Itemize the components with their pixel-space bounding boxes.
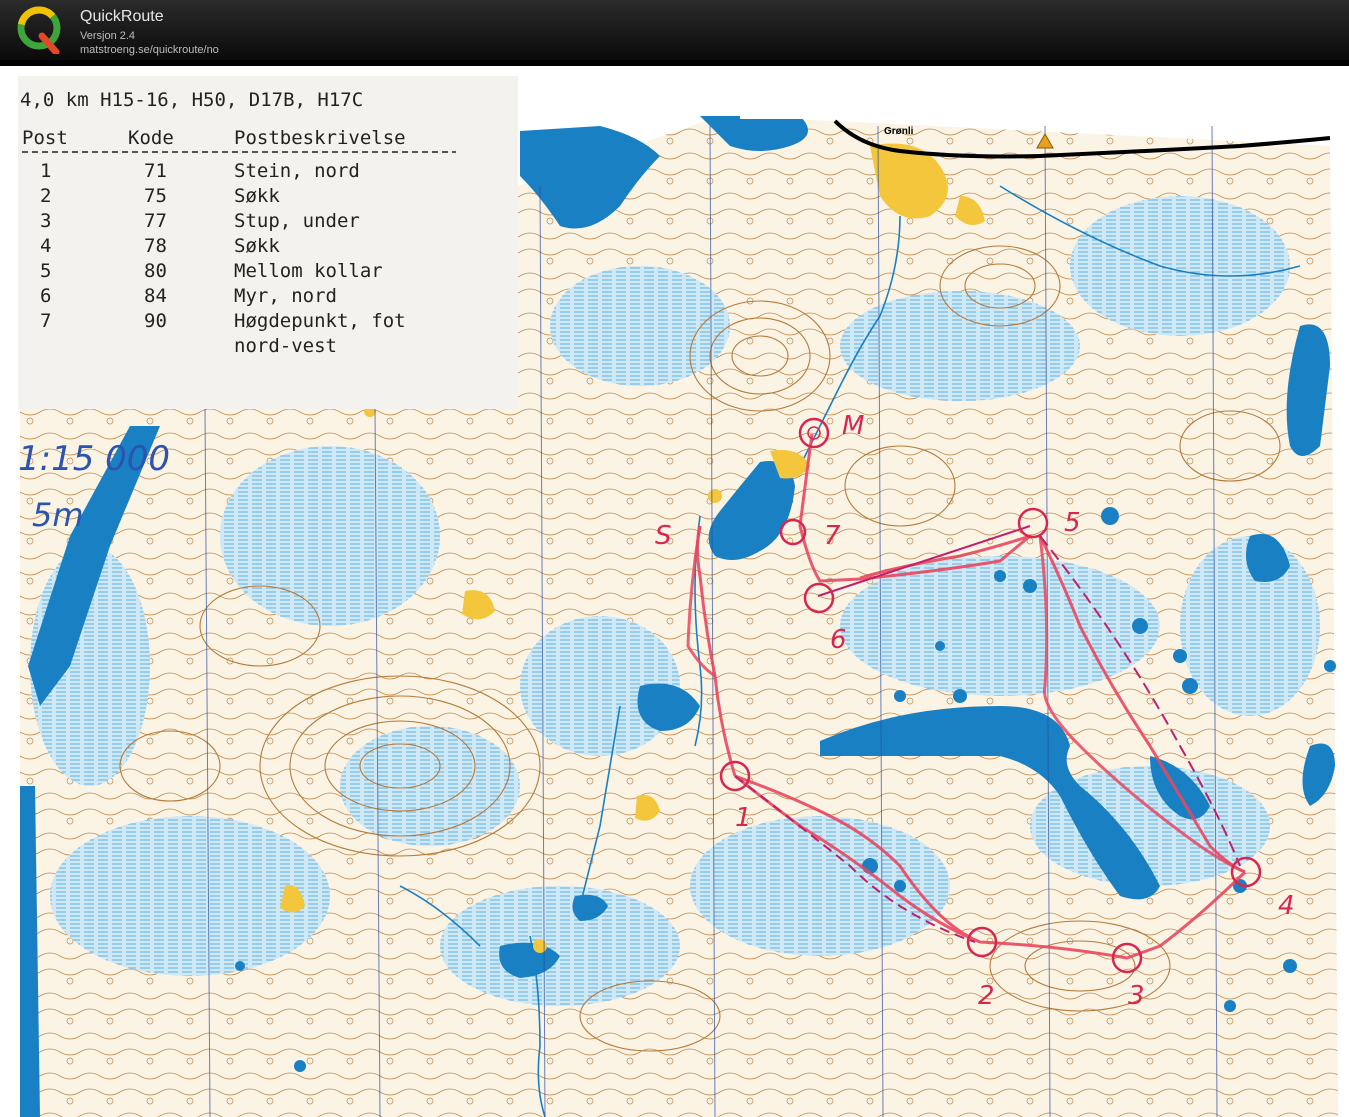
column-post: Post — [22, 127, 68, 149]
row-desc: Søkk — [234, 235, 280, 257]
row-desc: Høgdepunkt, fot — [234, 310, 406, 332]
row-kode: 80 — [144, 260, 167, 282]
control-label-6: 6 — [830, 625, 847, 655]
row-kode: 84 — [144, 285, 167, 307]
quickroute-logo-icon — [17, 6, 61, 54]
control-label-5: 5 — [1064, 508, 1081, 538]
row-desc: Stup, under — [234, 210, 360, 232]
control-label-7: 7 — [824, 521, 841, 551]
app-version: Versjon 2.4 — [80, 30, 136, 42]
control-label-M: M — [842, 411, 864, 441]
row-post: 3 — [40, 210, 51, 232]
row-desc: Søkk — [234, 185, 280, 207]
paper-patch — [740, 66, 1040, 119]
control-label-S: S — [655, 521, 672, 551]
row-post: 6 — [40, 285, 51, 307]
row-kode: 75 — [144, 185, 167, 207]
app-title: QuickRoute — [80, 8, 164, 25]
column-kode: Kode — [128, 127, 174, 149]
course-header: 4,0 km H15-16, H50, D17B, H17C — [20, 89, 363, 111]
handwritten-equidistance: 5m — [32, 496, 84, 534]
row-kode: 71 — [144, 160, 167, 182]
row-desc: Stein, nord — [234, 160, 360, 182]
row-post: 1 — [40, 160, 51, 182]
row-kode: 78 — [144, 235, 167, 257]
app-url[interactable]: matstroeng.se/quickroute/no — [80, 44, 219, 56]
row-kode: 77 — [144, 210, 167, 232]
row-desc: nord-vest — [234, 335, 337, 357]
handwritten-scale: 1:15 000 — [18, 439, 170, 479]
column-description: Postbeskrivelse — [234, 127, 406, 149]
row-post: 4 — [40, 235, 51, 257]
control-label-2: 2 — [978, 981, 995, 1011]
map-canvas[interactable]: Grønli 4,0 km H15-16, H50, D17B, H17C Po… — [0, 66, 1349, 1117]
row-kode: 90 — [144, 310, 167, 332]
title-bar: QuickRoute Versjon 2.4 matstroeng.se/qui… — [0, 0, 1349, 60]
row-desc: Myr, nord — [234, 285, 337, 307]
place-name-label: Grønli — [884, 126, 914, 137]
row-post: 7 — [40, 310, 51, 332]
orienteering-map[interactable]: Grønli 4,0 km H15-16, H50, D17B, H17C Po… — [0, 66, 1349, 1117]
control-label-1: 1 — [735, 803, 752, 833]
row-post: 5 — [40, 260, 51, 282]
control-label-4: 4 — [1278, 891, 1295, 921]
control-label-3: 3 — [1128, 981, 1145, 1011]
row-post: 2 — [40, 185, 51, 207]
row-desc: Mellom kollar — [234, 260, 383, 282]
